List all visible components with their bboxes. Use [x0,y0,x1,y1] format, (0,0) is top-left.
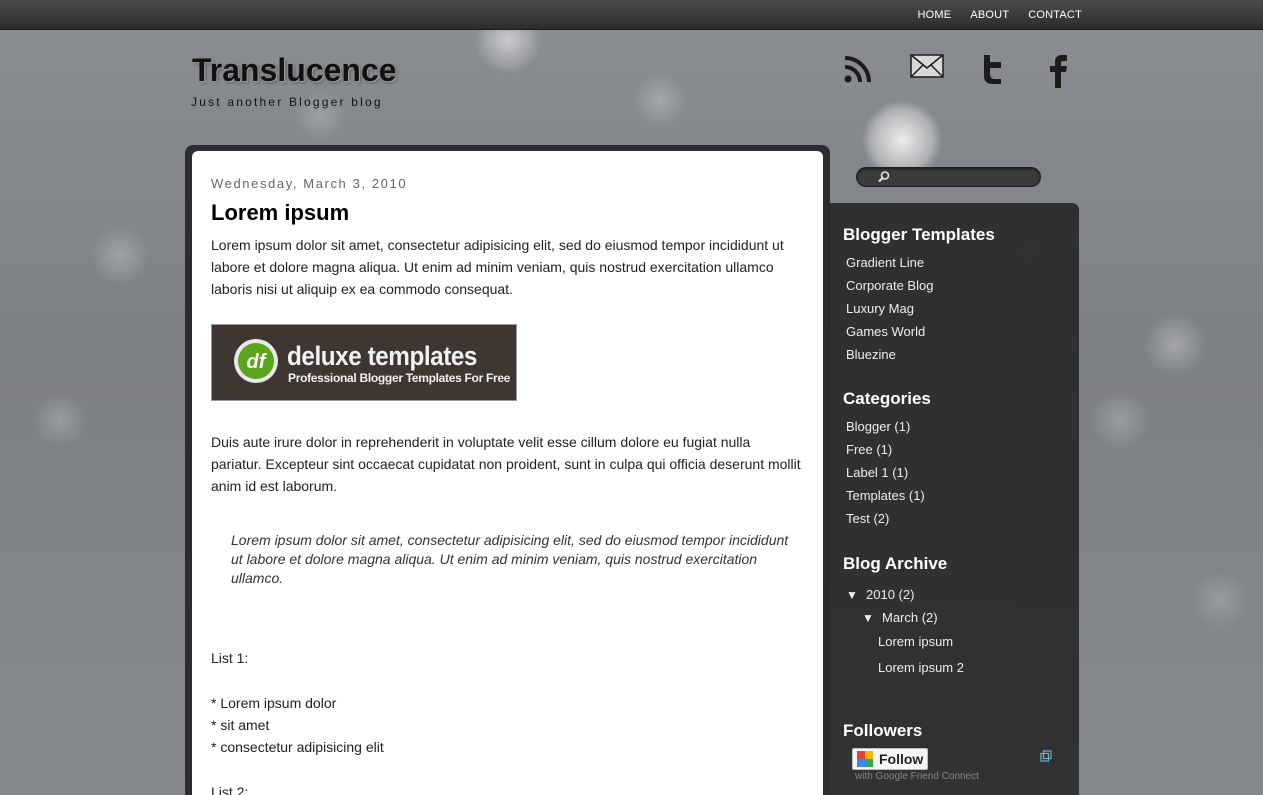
top-nav: HOME ABOUT CONTACT [918,0,1082,30]
category-link[interactable]: Blogger (1) [846,419,910,434]
list-item[interactable]: Gradient Line [843,251,1079,274]
widget-title: Followers [843,721,923,740]
banner-logo-text: df [247,351,268,373]
list-item[interactable]: Corporate Blog [843,274,1079,297]
follow-button[interactable]: Follow [852,748,928,770]
category-link[interactable]: Label 1 (1) [846,465,908,480]
email-icon[interactable] [909,52,945,80]
nav-home-link[interactable]: HOME [918,9,952,21]
banner-name: deluxe templates [287,341,477,371]
widget-blogger-templates: Blogger Templates Gradient Line Corporat… [843,225,1079,366]
blog-title[interactable]: Translucence [192,52,397,89]
archive-post-link[interactable]: Lorem ipsum [843,629,1079,655]
search-icon [877,170,891,189]
top-bar: HOME ABOUT CONTACT [0,0,1263,30]
sidebar: Blogger Templates Gradient Line Corporat… [828,203,1079,795]
widget-title: Categories [843,389,931,408]
list-item[interactable]: Bluezine [843,343,1079,366]
triangle-down-icon[interactable]: ▼ [862,607,882,630]
list-item: * Lorem ipsum dolor [211,695,337,711]
template-link[interactable]: Bluezine [846,347,896,362]
list-item: * sit amet [211,717,270,733]
post-blockquote: Lorem ipsum dolor sit amet, consectetur … [231,532,789,586]
template-link[interactable]: Gradient Line [846,255,924,270]
triangle-down-icon[interactable]: ▼ [846,584,866,607]
template-link[interactable]: Corporate Blog [846,278,933,293]
search-input[interactable] [889,169,1039,187]
widget-categories: Categories Blogger (1) Free (1) Label 1 … [843,389,1079,530]
popout-icon[interactable] [1040,749,1052,767]
post-date: Wednesday, March 3, 2010 [211,176,408,191]
deluxe-templates-banner[interactable]: df deluxe templates Professional Blogger… [211,324,517,401]
google-friend-connect-note: with Google Friend Connect [855,771,979,782]
search-box [856,167,1041,187]
list-item[interactable]: Luxury Mag [843,297,1079,320]
archive-post-link[interactable]: Lorem ipsum 2 [843,655,1079,681]
post-paragraph: Duis aute irure dolor in reprehenderit i… [211,434,801,494]
rss-icon[interactable] [841,52,875,86]
list-item: * consectetur adipisicing elit [211,739,384,755]
archive-month[interactable]: ▼ March (2) [843,606,1079,629]
category-link[interactable]: Test (2) [846,511,889,526]
list-item[interactable]: Blogger (1) [843,415,1079,438]
google-icon [857,751,873,767]
post-paragraph: Lorem ipsum dolor sit amet, consectetur … [211,237,784,297]
template-link[interactable]: Luxury Mag [846,301,914,316]
post-list: List 1: * Lorem ipsum dolor * sit amet *… [211,647,803,795]
widget-title: Blog Archive [843,554,948,573]
archive-year-label[interactable]: 2010 (2) [866,587,914,602]
list-item[interactable]: Free (1) [843,438,1079,461]
list-label: List 1: [211,650,249,666]
widget-followers: Followers [843,721,1079,741]
widget-blog-archive: Blog Archive ▼ 2010 (2) ▼ March (2) Lorem … [843,554,1079,681]
blog-post: Wednesday, March 3, 2010 Lorem ipsum Lor… [192,151,823,795]
blog-description: Just another Blogger blog [191,95,383,109]
category-link[interactable]: Templates (1) [846,488,925,503]
main-content-frame: Wednesday, March 3, 2010 Lorem ipsum Lor… [185,145,830,795]
post-title[interactable]: Lorem ipsum [211,200,803,226]
widget-title: Blogger Templates [843,225,995,244]
archive-year[interactable]: ▼ 2010 (2) [843,583,1079,606]
twitter-icon[interactable] [976,52,1006,86]
list-item[interactable]: Games World [843,320,1079,343]
list-item[interactable]: Templates (1) [843,484,1079,507]
template-link[interactable]: Games World [846,324,925,339]
banner-tagline: Professional Blogger Templates For Free [288,371,511,385]
nav-contact-link[interactable]: CONTACT [1028,9,1082,21]
archive-month-label[interactable]: March (2) [882,610,938,625]
nav-about-link[interactable]: ABOUT [970,9,1009,21]
list-label: List 2: [211,784,249,795]
list-item[interactable]: Test (2) [843,507,1079,530]
category-link[interactable]: Free (1) [846,442,892,457]
facebook-icon[interactable] [1045,52,1071,88]
follow-button-label[interactable]: Follow [879,751,923,767]
list-item[interactable]: Label 1 (1) [843,461,1079,484]
